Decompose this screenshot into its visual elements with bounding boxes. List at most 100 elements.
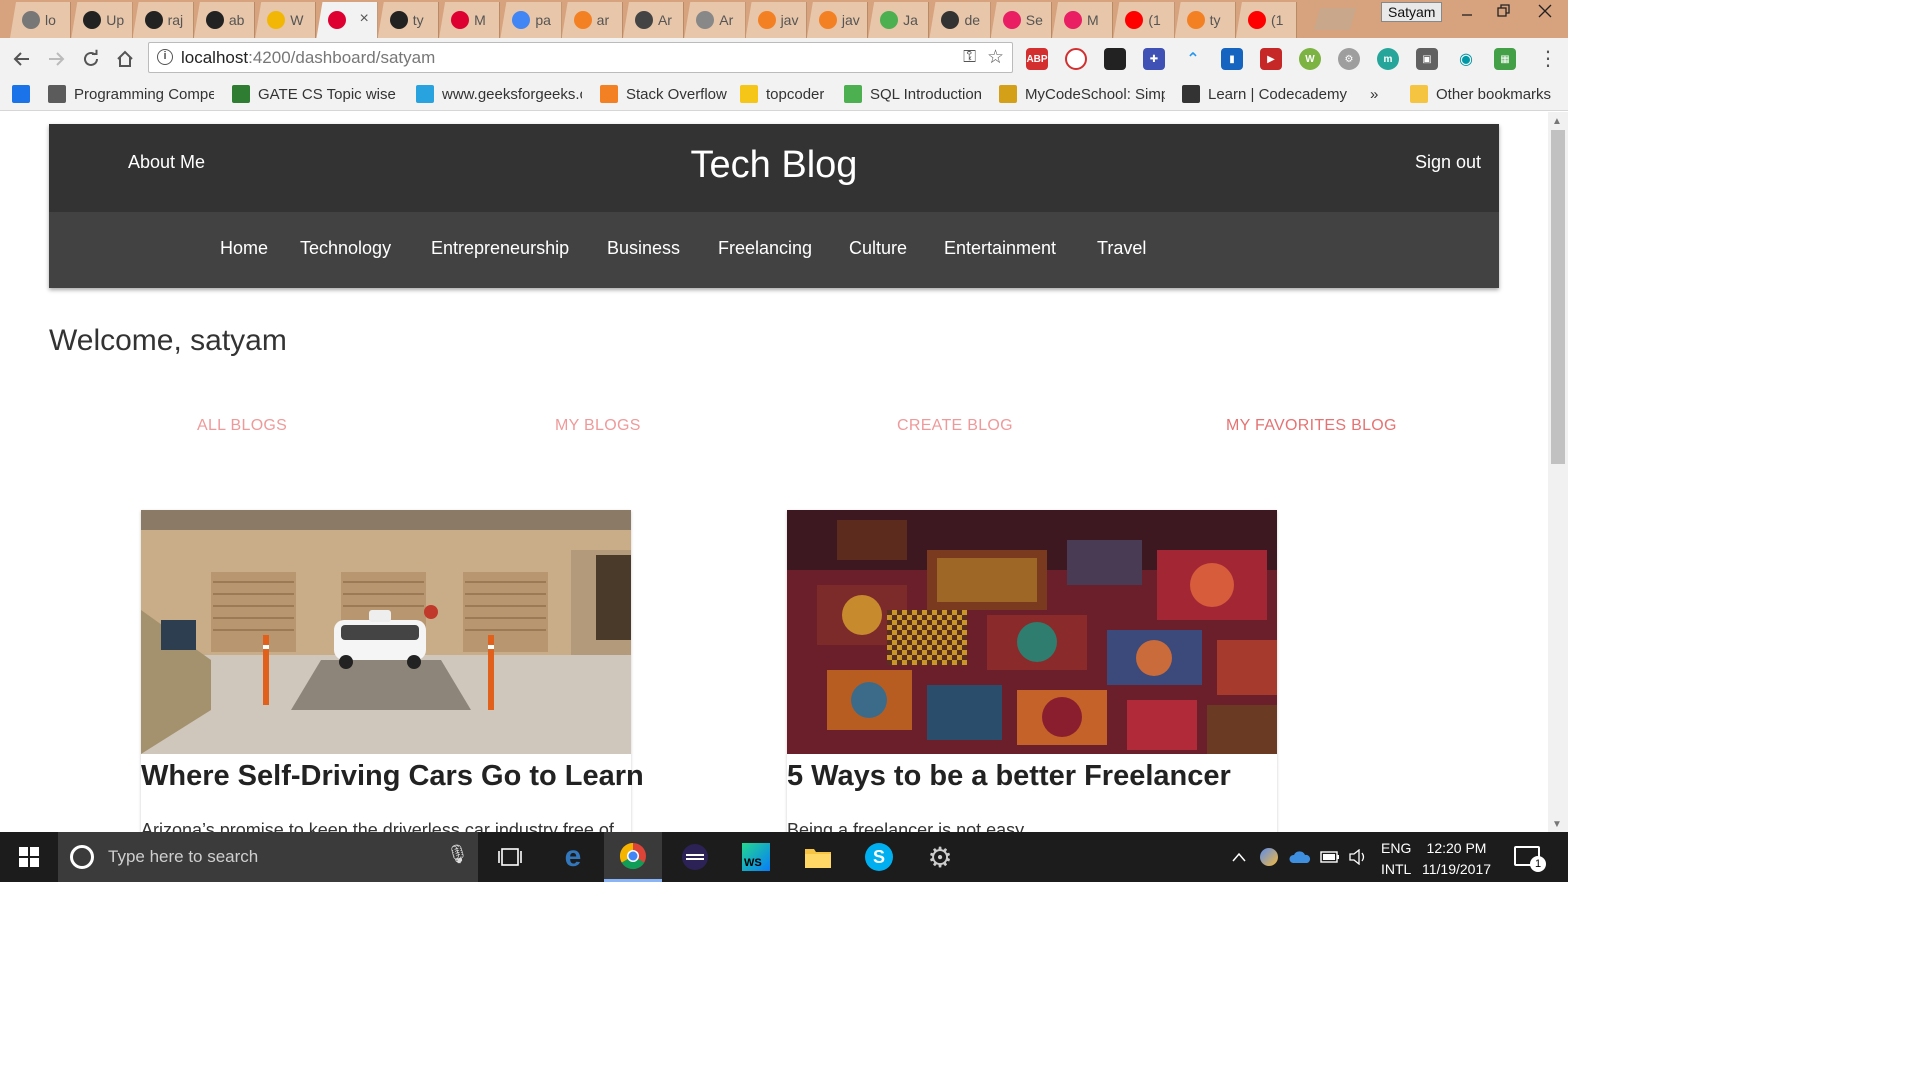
info-icon[interactable]: i	[157, 49, 173, 65]
browser-tab[interactable]: de	[929, 2, 991, 38]
site-brand-title[interactable]: Tech Blog	[49, 144, 1499, 187]
close-tab-icon[interactable]: ×	[359, 10, 368, 28]
video-extension-icon[interactable]: ▶	[1260, 48, 1282, 70]
back-button[interactable]	[9, 46, 35, 72]
file-explorer-app-button[interactable]	[789, 832, 847, 882]
scroll-up-icon[interactable]: ▲	[1552, 116, 1562, 127]
tab-all-blogs[interactable]: ALL BLOGS	[197, 417, 287, 435]
browser-menu-icon[interactable]: ⋮	[1538, 46, 1558, 71]
painted-boxes-photo[interactable]	[787, 510, 1277, 754]
save-extension-icon[interactable]: ▣	[1416, 48, 1438, 70]
browser-tab[interactable]: ty	[377, 2, 440, 38]
onedrive-icon[interactable]	[1289, 832, 1311, 882]
adblock-extension-icon[interactable]: ABP	[1026, 48, 1048, 70]
browser-tab[interactable]: ab	[193, 2, 256, 38]
action-center-button[interactable]: 1	[1514, 846, 1546, 872]
browser-tab[interactable]: (1	[1113, 2, 1175, 38]
skype-app-button[interactable]: S	[850, 832, 908, 882]
bookmark-item[interactable]: GATE CS Topic wise p	[232, 84, 398, 104]
webstorm-app-button[interactable]: WS	[727, 832, 785, 882]
new-tab-button[interactable]	[1314, 8, 1356, 30]
browser-tab[interactable]: W	[255, 2, 317, 38]
nav-entertainment[interactable]: Entertainment	[944, 238, 1056, 259]
bookmark-item[interactable]: www.geeksforgeeks.c	[416, 84, 582, 104]
browser-tab[interactable]: M	[1052, 2, 1114, 38]
blog-card-title[interactable]: Where Self-Driving Cars Go to Learn	[141, 760, 644, 793]
tray-app-icon[interactable]	[1260, 832, 1278, 882]
browser-tab[interactable]: lo	[10, 2, 72, 38]
bookmark-item[interactable]: Learn | Codecademy	[1182, 84, 1347, 104]
key-icon[interactable]: ⚿	[963, 47, 976, 67]
bookmark-item[interactable]: Programming Compe	[48, 84, 214, 104]
bookmark-star-icon[interactable]: ☆	[987, 46, 1004, 69]
self-driving-car-photo[interactable]	[141, 510, 631, 754]
chrome-app-button[interactable]	[604, 832, 662, 882]
address-bar[interactable]: i localhost:4200/dashboard/satyam ⚿ ☆	[148, 42, 1013, 73]
scroll-down-icon[interactable]: ▼	[1552, 819, 1562, 830]
browser-tab[interactable]: raj	[132, 2, 194, 38]
profile-button[interactable]: Satyam	[1381, 2, 1443, 22]
browser-tab[interactable]: Ar	[684, 2, 746, 38]
chart-extension-icon[interactable]: ▦	[1494, 48, 1516, 70]
bookmark-item[interactable]: Stack Overflow	[600, 84, 727, 104]
battery-icon[interactable]	[1320, 832, 1340, 882]
nav-home[interactable]: Home	[220, 238, 268, 259]
browser-tab[interactable]: pa	[500, 2, 562, 38]
bookmark-item[interactable]: MyCodeSchool: Simp	[999, 84, 1165, 104]
start-button[interactable]	[0, 832, 58, 882]
tab-my-blogs[interactable]: MY BLOGS	[555, 417, 641, 435]
edge-app-button[interactable]: e	[544, 832, 602, 882]
bookmark-item[interactable]: SQL Introduction	[844, 84, 982, 104]
bookmark-item[interactable]: topcoder	[740, 84, 824, 104]
ublock-extension-icon[interactable]	[1065, 48, 1087, 70]
browser-tab[interactable]: M	[439, 2, 501, 38]
bookmark-extension-icon[interactable]: ▮	[1221, 48, 1243, 70]
bookmark-item[interactable]: Other bookmarks	[1410, 84, 1551, 104]
volume-icon[interactable]	[1348, 832, 1368, 882]
nav-travel[interactable]: Travel	[1097, 238, 1146, 259]
settings-app-button[interactable]: ⚙	[911, 832, 969, 882]
taskbar-search[interactable]: Type here to search 🎙	[58, 832, 478, 882]
forward-button[interactable]	[43, 46, 69, 72]
browser-tab[interactable]: jav	[745, 2, 807, 38]
browser-tab[interactable]: Ja	[868, 2, 930, 38]
nav-technology[interactable]: Technology	[300, 238, 391, 259]
browser-tab[interactable]: ×	[316, 2, 378, 38]
nav-culture[interactable]: Culture	[849, 238, 907, 259]
browser-tab[interactable]: Se	[990, 2, 1053, 38]
tab-my-favorites-blog[interactable]: MY FAVORITES BLOG	[1226, 417, 1397, 435]
language-indicator[interactable]: ENG INTL	[1381, 838, 1411, 880]
eclipse-app-button[interactable]	[666, 832, 724, 882]
close-window-button[interactable]	[1522, 0, 1568, 22]
nav-entrepreneurship[interactable]: Entrepreneurship	[431, 238, 569, 259]
eye-extension-icon[interactable]: ◉	[1455, 48, 1477, 70]
ghostery-extension-icon[interactable]	[1104, 48, 1126, 70]
browser-tab[interactable]: ty	[1174, 2, 1236, 38]
blog-card-title[interactable]: 5 Ways to be a better Freelancer	[787, 760, 1231, 793]
url-text[interactable]: localhost:4200/dashboard/satyam	[181, 48, 435, 68]
show-hidden-icons-button[interactable]	[1232, 832, 1246, 882]
bookmark-item[interactable]	[12, 84, 38, 104]
browser-tab[interactable]: jav	[806, 2, 869, 38]
blog-card[interactable]: Where Self-Driving Cars Go to Learn Ariz…	[141, 510, 644, 832]
task-view-button[interactable]	[481, 832, 539, 882]
browser-tab[interactable]: Ar	[622, 2, 685, 38]
blog-card[interactable]: 5 Ways to be a better Freelancer Being a…	[787, 510, 1277, 832]
puzzle-extension-icon[interactable]: ✚	[1143, 48, 1165, 70]
system-clock[interactable]: 12:20 PM 11/19/2017	[1422, 838, 1491, 880]
gear-extension-icon[interactable]: ⚙	[1338, 48, 1360, 70]
browser-tab[interactable]: (1	[1235, 2, 1298, 38]
home-button[interactable]	[112, 46, 138, 72]
minimize-button[interactable]	[1448, 0, 1485, 22]
m-extension-icon[interactable]: m	[1377, 48, 1399, 70]
sign-out-link[interactable]: Sign out	[1415, 152, 1481, 173]
microphone-icon[interactable]: 🎙	[446, 844, 469, 865]
browser-tab[interactable]: Up	[71, 2, 133, 38]
nav-freelancing[interactable]: Freelancing	[718, 238, 812, 259]
cortana-icon[interactable]	[70, 845, 94, 869]
reload-button[interactable]	[78, 46, 104, 72]
browser-tab[interactable]: ar	[561, 2, 623, 38]
w-extension-icon[interactable]: W	[1299, 48, 1321, 70]
scrollbar-thumb[interactable]	[1551, 130, 1565, 464]
wave-extension-icon[interactable]: ⌃	[1182, 48, 1204, 70]
